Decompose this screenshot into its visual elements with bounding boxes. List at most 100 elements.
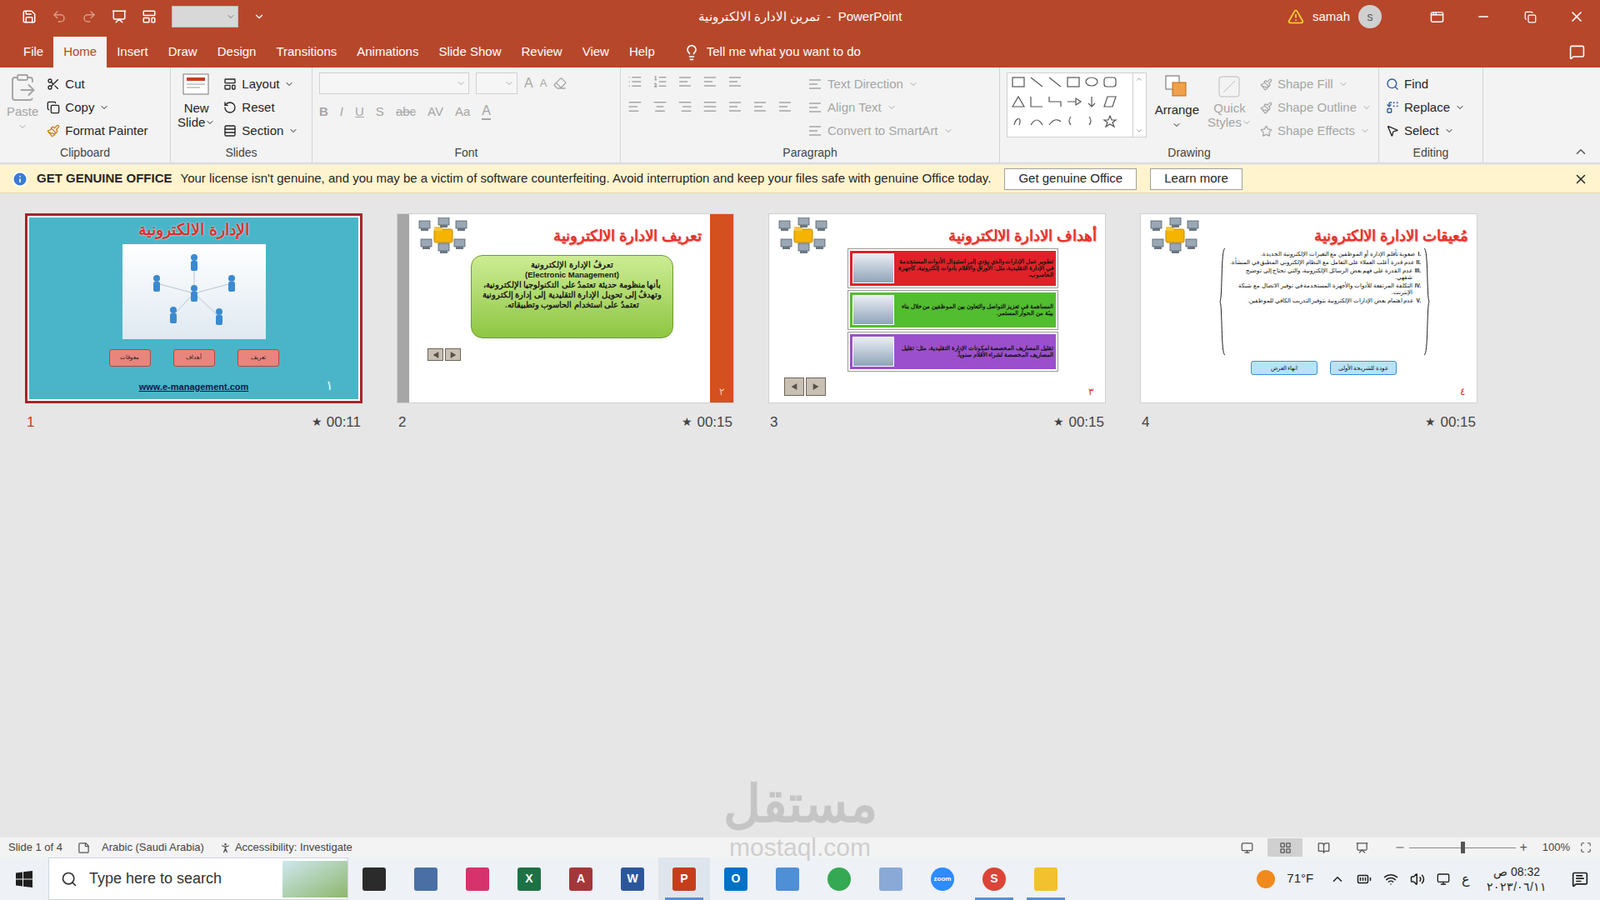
ribbon-tab[interactable]: Transitions — [265, 36, 347, 68]
font-format-button[interactable]: AV — [427, 102, 444, 122]
ribbon-tab[interactable]: Design — [207, 36, 267, 68]
weather-reading[interactable]: 71°F — [1286, 869, 1314, 889]
previous-button[interactable] — [784, 377, 805, 396]
ribbon-tab[interactable]: Review — [510, 36, 572, 68]
find-button[interactable]: Find — [1385, 72, 1465, 96]
access-taskbar-button[interactable]: A — [555, 857, 607, 900]
font-format-button[interactable]: Aa — [455, 102, 470, 122]
chrome-profile-taskbar-button[interactable]: S — [968, 857, 1020, 900]
shape-fill-button[interactable]: Shape Fill — [1260, 72, 1372, 96]
quick-styles-button[interactable]: QuickStyles — [1207, 72, 1252, 145]
close-button[interactable] — [1553, 0, 1600, 34]
zoom-slider[interactable] — [1409, 841, 1516, 854]
cover-button[interactable]: معوقات — [109, 349, 151, 367]
zoom-taskbar-button[interactable]: zoom — [916, 857, 969, 900]
next-button[interactable] — [445, 348, 461, 361]
view-button[interactable] — [1305, 838, 1341, 857]
slide-link-button[interactable]: عودة للشريحة الأولى — [1330, 360, 1397, 375]
minimize-button[interactable] — [1460, 0, 1507, 34]
slide-frame[interactable]: تعريف الادارة الالكترونيةتعرفُ الإدارة ا… — [396, 213, 735, 404]
ribbon-tab[interactable]: Draw — [158, 36, 208, 68]
slide-frame[interactable]: أهداف الادارة الالكترونيةتطوير عمل الإدا… — [768, 213, 1106, 404]
ribbon-tab[interactable]: Insert — [106, 36, 159, 68]
outlook-taskbar-button[interactable]: O — [710, 857, 762, 900]
ribbon-tab[interactable]: Help — [619, 36, 665, 68]
user-name[interactable]: samah — [1312, 7, 1350, 27]
slide-thumbnail[interactable]: تعريف الادارة الالكترونيةتعرفُ الإدارة ا… — [396, 213, 735, 434]
layout-button[interactable]: Layout — [223, 72, 299, 96]
message-button[interactable]: Learn more — [1150, 168, 1243, 190]
ribbon-tab[interactable]: Animations — [346, 36, 429, 68]
language-indicator[interactable]: Arabic (Saudi Arabia) — [101, 839, 205, 856]
reset-button[interactable]: Reset — [223, 95, 299, 120]
zoom-thumb[interactable] — [1460, 841, 1465, 854]
slide-thumbnail[interactable]: الإدارة الالكترونيةمعوقاتأهدافتعريفwww.e… — [25, 213, 363, 434]
start-button[interactable] — [0, 857, 49, 900]
font-name-field[interactable] — [319, 72, 470, 95]
slide-link-button[interactable]: انهاء العرض — [1250, 360, 1318, 375]
grow-font-button[interactable]: A — [524, 73, 534, 94]
paste-button[interactable]: Paste — [6, 72, 39, 145]
powerpoint-taskbar-button[interactable]: P — [658, 857, 710, 900]
ribbon-tab[interactable]: View — [572, 36, 620, 68]
align-text-button[interactable]: Align Text — [807, 95, 954, 120]
paint-taskbar-button[interactable] — [865, 857, 917, 900]
task-view-taskbar-button[interactable] — [348, 857, 400, 900]
slide-thumbnail[interactable]: مُعيقات الادارة الالكترونيةI.صعوبة تأقلم… — [1140, 213, 1478, 434]
search-box[interactable]: Type here to search — [48, 857, 349, 900]
font-format-button[interactable]: U — [355, 102, 365, 122]
shape-outline-button[interactable]: Shape Outline — [1260, 95, 1372, 120]
format-painter-button[interactable]: Format Painter — [46, 119, 148, 143]
shape-effects-button[interactable]: Shape Effects — [1260, 119, 1372, 143]
previous-button[interactable] — [427, 348, 444, 361]
cover-button[interactable]: أهداف — [173, 349, 215, 367]
font-color-button[interactable]: A — [481, 103, 491, 120]
view-button[interactable] — [1344, 838, 1380, 857]
clock[interactable]: 08:32 ص٢٠٢٣/٠٦/١١ — [1486, 864, 1547, 895]
ribbon-tab[interactable]: Home — [53, 36, 107, 68]
network-taskbar-button[interactable] — [761, 857, 814, 900]
smartart-button[interactable]: Convert to SmartArt — [807, 119, 954, 143]
calculator-taskbar-button[interactable] — [400, 857, 452, 900]
message-button[interactable]: Get genuine Office — [1004, 168, 1137, 190]
ribbon-tab[interactable]: File — [13, 36, 54, 68]
restore-button[interactable] — [1506, 0, 1554, 34]
accessibility-button[interactable]: Accessibility: Investigate — [219, 839, 353, 856]
shrink-font-button[interactable]: A — [540, 75, 548, 92]
font-format-button[interactable]: I — [340, 102, 344, 122]
next-button[interactable] — [805, 377, 826, 396]
view-button[interactable] — [1267, 838, 1303, 857]
slide-frame[interactable]: الإدارة الالكترونيةمعوقاتأهدافتعريفwww.e… — [25, 213, 363, 404]
quick-access-field[interactable] — [171, 5, 239, 28]
chrome-taskbar-button[interactable] — [813, 857, 865, 900]
cut-button[interactable]: Cut — [46, 72, 148, 96]
font-format-button[interactable]: S — [375, 102, 385, 122]
excel-taskbar-button[interactable]: X — [503, 857, 555, 900]
select-button[interactable]: Select — [1385, 119, 1465, 143]
user-avatar[interactable]: s — [1358, 5, 1382, 29]
font-format-button[interactable]: B — [319, 102, 329, 122]
shapes-gallery[interactable] — [1006, 72, 1147, 138]
font-format-button[interactable]: abc — [395, 102, 416, 122]
view-button[interactable] — [1229, 838, 1265, 857]
font-size-field[interactable] — [475, 72, 518, 95]
section-button[interactable]: Section — [223, 119, 299, 143]
input-language[interactable]: ع — [1461, 869, 1470, 890]
ribbon-tab[interactable]: Slide Show — [428, 36, 511, 68]
ribbon-display-button[interactable] — [1413, 0, 1460, 34]
explorer-taskbar-button[interactable] — [1020, 857, 1072, 900]
comments-button[interactable] — [1553, 36, 1600, 68]
snip-taskbar-button[interactable] — [451, 857, 504, 900]
copy-button[interactable]: Copy — [46, 95, 148, 120]
slide-frame[interactable]: مُعيقات الادارة الالكترونيةI.صعوبة تأقلم… — [1140, 213, 1478, 404]
replace-button[interactable]: Replace — [1385, 95, 1465, 120]
site-url[interactable]: www.e-management.com — [139, 380, 250, 395]
word-taskbar-button[interactable]: W — [606, 857, 659, 900]
cover-button[interactable]: تعريف — [237, 349, 280, 367]
text-direction-button[interactable]: Text Direction — [807, 72, 954, 96]
arrange-button[interactable]: Arrange — [1155, 72, 1200, 145]
tell-me-box[interactable]: Tell me what you want to do — [665, 36, 861, 68]
slide-thumbnail[interactable]: أهداف الادارة الالكترونيةتطوير عمل الإدا… — [768, 213, 1106, 434]
zoom-level[interactable]: 100% — [1542, 839, 1570, 856]
new-slide-button[interactable]: NewSlide — [177, 72, 215, 145]
